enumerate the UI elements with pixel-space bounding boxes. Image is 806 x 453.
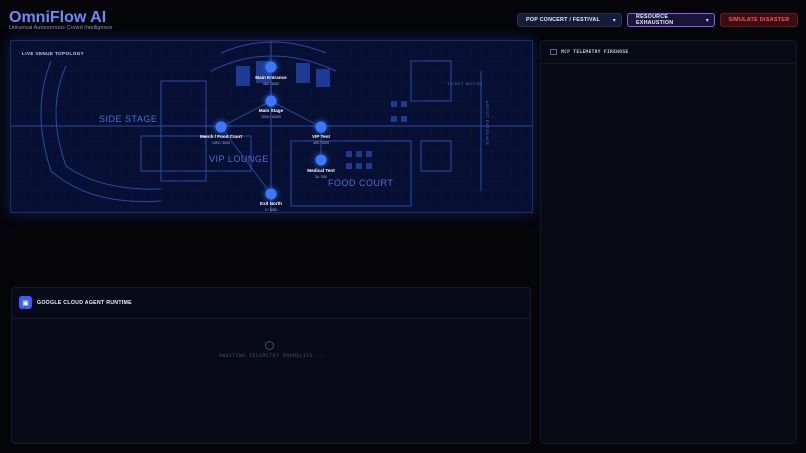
node-capacity: 0 / 1000 bbox=[264, 208, 278, 212]
node-vip-tent[interactable] bbox=[315, 121, 327, 133]
telemetry-title: MCP TELEMETRY FIREHOSE bbox=[561, 50, 629, 55]
chevron-down-icon: ▾ bbox=[705, 17, 709, 24]
node-capacity: 409 / 1000 bbox=[312, 141, 330, 145]
simulate-disaster-button[interactable]: SIMULATE DISASTER bbox=[720, 13, 798, 27]
node-label: Medical Tent bbox=[307, 168, 335, 173]
mode-select-value: RESOURCE EXHAUSTION bbox=[636, 14, 674, 26]
clock-icon: · bbox=[265, 341, 274, 350]
scenario-select-value: POP CONCERT / FESTIVAL bbox=[526, 17, 600, 23]
node-label: Merch / Food Court bbox=[199, 134, 243, 139]
area-artist-entrance: ARTIST ENTRANCE bbox=[485, 101, 490, 146]
node-capacity: 1392 / 3000 bbox=[212, 141, 230, 145]
agent-runtime-header: ▣ GOOGLE CLOUD AGENT RUNTIME bbox=[12, 288, 530, 319]
agent-status-text: AWAITING TELEMETRY ANOMALIES... bbox=[218, 354, 324, 359]
telemetry-panel: MCP TELEMETRY FIREHOSE bbox=[540, 40, 797, 444]
node-label: Exit North bbox=[260, 201, 282, 206]
node-label: Main Stage bbox=[258, 108, 284, 113]
node-main-stage[interactable] bbox=[265, 95, 277, 107]
venue-map-panel: LIVE VENUE TOPOLOGY SIDE STAGE VIP LOUNG… bbox=[10, 40, 533, 213]
scenario-select[interactable]: POP CONCERT / FESTIVAL ▾ bbox=[517, 13, 622, 27]
node-merch-food-court[interactable] bbox=[215, 121, 227, 133]
telemetry-header: MCP TELEMETRY FIREHOSE bbox=[541, 41, 796, 64]
node-main-entrance[interactable] bbox=[265, 61, 277, 73]
brand-subtitle: Universal Autonomous Crowd Intelligence bbox=[9, 25, 113, 31]
chevron-down-icon: ▾ bbox=[612, 17, 616, 24]
agent-runtime-panel: ▣ GOOGLE CLOUD AGENT RUNTIME · AWAITING … bbox=[11, 287, 531, 444]
node-capacity: 1926 / 10000 bbox=[261, 115, 281, 119]
node-medical-tent[interactable] bbox=[315, 154, 327, 166]
area-side-stage: SIDE STAGE bbox=[99, 114, 158, 124]
robot-icon: ▣ bbox=[19, 296, 32, 309]
area-food-court: FOOD COURT bbox=[328, 178, 394, 188]
area-vip-lounge: VIP LOUNGE bbox=[209, 154, 269, 164]
terminal-icon bbox=[550, 49, 557, 55]
map-title: LIVE VENUE TOPOLOGY bbox=[22, 51, 85, 56]
node-capacity: 34 / 200 bbox=[314, 175, 328, 179]
agent-runtime-title: GOOGLE CLOUD AGENT RUNTIME bbox=[37, 300, 132, 306]
node-label: VIP Tent bbox=[312, 134, 330, 139]
mode-select[interactable]: RESOURCE EXHAUSTION ▾ bbox=[627, 13, 715, 27]
node-capacity: 482 / 1000 bbox=[262, 82, 280, 86]
node-label: Main Entrance bbox=[255, 75, 287, 80]
node-exit-north[interactable] bbox=[265, 188, 277, 200]
area-ticket-booth: TICKET BOOTH bbox=[447, 81, 483, 86]
